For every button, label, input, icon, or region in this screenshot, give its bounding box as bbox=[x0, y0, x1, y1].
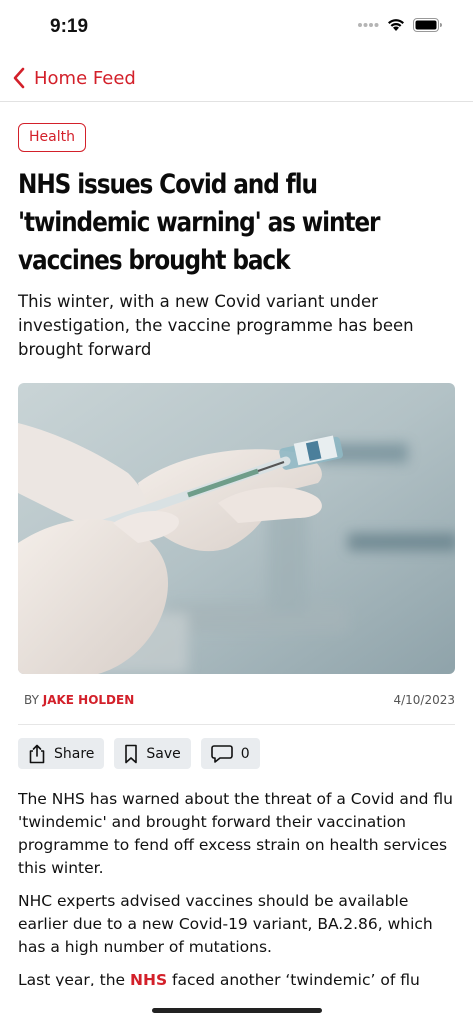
comments-count: 0 bbox=[240, 745, 250, 762]
divider bbox=[18, 724, 455, 725]
headline-line: NHS issues Covid and flu bbox=[18, 169, 318, 200]
navigation-bar: Home Feed bbox=[0, 56, 473, 102]
article-body: The NHS has warned about the threat of a… bbox=[18, 788, 458, 986]
share-button[interactable]: Share bbox=[18, 738, 105, 769]
save-button[interactable]: Save bbox=[114, 738, 191, 769]
comment-icon bbox=[210, 744, 233, 763]
chevron-left-icon bbox=[13, 67, 25, 89]
article-actions: Share Save 0 bbox=[18, 738, 260, 769]
status-icons bbox=[357, 18, 443, 32]
category-tag[interactable]: Health bbox=[18, 123, 86, 152]
battery-icon bbox=[413, 18, 442, 32]
headline-line: vaccines brought back bbox=[18, 245, 291, 276]
back-button[interactable]: Home Feed bbox=[12, 64, 136, 92]
body-paragraph: NHC experts advised vaccines should be a… bbox=[18, 892, 433, 956]
body-paragraph: Last year, the NHS faced another ‘twinde… bbox=[18, 969, 458, 986]
save-label: Save bbox=[146, 745, 181, 762]
share-icon bbox=[29, 744, 45, 763]
headline-line: 'twindemic warning' as winter bbox=[18, 207, 380, 238]
article-standfirst: This winter, with a new Covid variant un… bbox=[18, 292, 414, 359]
comments-button[interactable]: 0 bbox=[200, 738, 260, 769]
article-headline: NHS issues Covid and flu 'twindemic warn… bbox=[18, 166, 448, 280]
vaccine-syringe-photo bbox=[18, 383, 455, 674]
hero-image bbox=[18, 383, 455, 674]
article-meta: BY JAKE HOLDEN 4/10/2023 bbox=[18, 690, 455, 712]
status-bar: 9:19 bbox=[0, 0, 473, 52]
cellular-dots-icon bbox=[358, 23, 379, 27]
share-label: Share bbox=[54, 745, 95, 762]
byline: BY JAKE HOLDEN bbox=[24, 693, 134, 707]
home-indicator[interactable] bbox=[152, 1008, 322, 1013]
body-paragraph: The NHS has warned about the threat of a… bbox=[18, 790, 453, 877]
body-text-fragment: faced another ‘twindemic’ of flu bbox=[167, 971, 420, 986]
back-label: Home Feed bbox=[34, 67, 136, 89]
bookmark-icon bbox=[125, 744, 138, 763]
wifi-icon bbox=[388, 19, 404, 31]
status-time: 9:19 bbox=[50, 16, 89, 37]
author-link[interactable]: JAKE HOLDEN bbox=[43, 693, 135, 707]
body-text-fragment: Last year, the bbox=[18, 971, 131, 986]
byline-prefix: BY bbox=[24, 693, 43, 707]
publish-date: 4/10/2023 bbox=[393, 693, 455, 707]
nhs-link[interactable]: NHS bbox=[130, 971, 167, 986]
